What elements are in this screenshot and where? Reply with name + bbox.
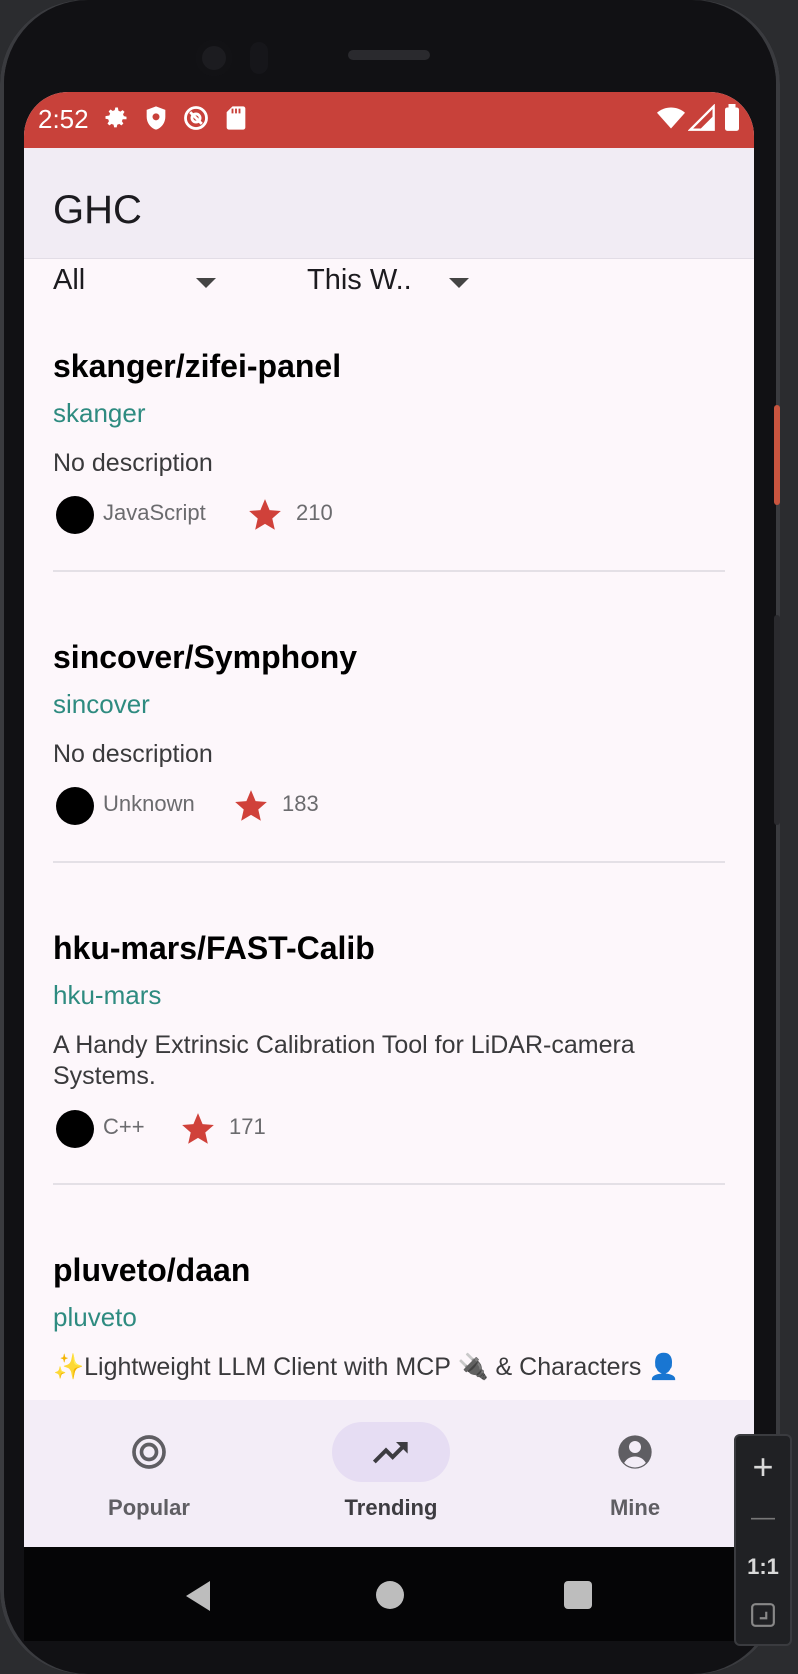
system-navigation-bar [24,1547,754,1641]
chevron-down-icon [449,278,469,288]
repo-description: A Handy Extrinsic Calibration Tool for L… [53,1031,635,1090]
star-count: 183 [282,791,319,816]
star-icon [249,499,281,530]
recents-icon[interactable] [564,1581,592,1609]
shield-icon [146,106,166,130]
divider [53,861,725,863]
zoom-out-button[interactable]: — [736,1504,790,1532]
repo-list-item[interactable]: sincover/Symphony sincover No descriptio… [53,639,725,839]
home-icon[interactable] [376,1581,404,1609]
nav-mine[interactable]: Mine [554,1400,734,1547]
repo-name[interactable]: hku-mars/FAST-Calib [53,930,375,967]
nav-label: Trending [344,1495,438,1520]
signal-icon [688,104,715,131]
nav-label: Mine [609,1495,661,1520]
target-icon [132,1435,166,1469]
top-app-bar: GHC [24,148,754,259]
repo-owner[interactable]: skanger [53,398,146,429]
divider [53,570,725,572]
star-icon [235,790,267,821]
repo-owner[interactable]: pluveto [53,1302,137,1333]
front-camera [196,40,232,76]
app-screen: 2:52 GHC All This W.. skanger/zifei-pane… [24,92,754,1547]
fit-screen-icon[interactable] [750,1602,776,1628]
page-title: GHC [53,188,142,232]
sd-card-icon [226,106,246,130]
language-color-dot [56,496,94,534]
star-count: 171 [229,1114,266,1139]
at-sign-icon [184,106,208,130]
trending-up-icon [372,1442,408,1464]
status-time: 2:52 [38,104,89,134]
repo-name[interactable]: sincover/Symphony [53,639,357,676]
repo-name[interactable]: skanger/zifei-panel [53,348,341,385]
bottom-navigation: Popular Trending Mine [24,1400,754,1547]
star-count: 210 [296,500,333,525]
sensor [250,42,268,74]
device-frame: 2:52 GHC All This W.. skanger/zifei-pane… [0,0,780,1674]
language-dropdown-value: All [53,264,86,296]
repo-language: C++ [103,1114,145,1139]
earpiece-speaker [348,50,430,60]
chevron-down-icon [196,278,216,288]
status-bar: 2:52 [24,92,754,148]
divider [53,1183,725,1185]
repo-owner[interactable]: hku-mars [53,980,161,1011]
nav-popular[interactable]: Popular [68,1400,248,1547]
account-circle-icon [618,1435,652,1469]
repo-owner[interactable]: sincover [53,689,150,720]
repo-description: No description [53,740,213,768]
gear-icon [105,107,127,128]
star-icon [182,1113,214,1144]
period-dropdown-value: This W.. [307,264,412,296]
repo-language: Unknown [103,791,195,816]
power-button [774,405,780,505]
wifi-icon [657,107,685,129]
filter-row: All This W.. [24,260,754,310]
emulator-zoom-controls: + — 1:1 [734,1434,792,1646]
back-icon[interactable] [186,1581,210,1611]
repo-description: No description [53,449,213,477]
battery-icon [725,104,739,131]
language-color-dot [56,1110,94,1148]
volume-button [774,615,780,825]
nav-trending[interactable]: Trending [310,1400,490,1547]
repo-language: JavaScript [103,500,206,525]
repo-list-item[interactable]: skanger/zifei-panel skanger No descripti… [53,348,725,548]
nav-label: Popular [108,1495,190,1520]
zoom-reset-button[interactable]: 1:1 [736,1554,790,1580]
repo-name[interactable]: pluveto/daan [53,1252,250,1289]
repo-list-item[interactable]: pluveto/daan pluveto ✨Lightweight LLM Cl… [53,1252,725,1400]
repo-description: ✨Lightweight LLM Client with MCP 🔌 & Cha… [53,1353,680,1381]
language-color-dot [56,787,94,825]
repo-list-item[interactable]: hku-mars/FAST-Calib hku-mars A Handy Ext… [53,930,725,1160]
zoom-in-button[interactable]: + [736,1446,790,1488]
